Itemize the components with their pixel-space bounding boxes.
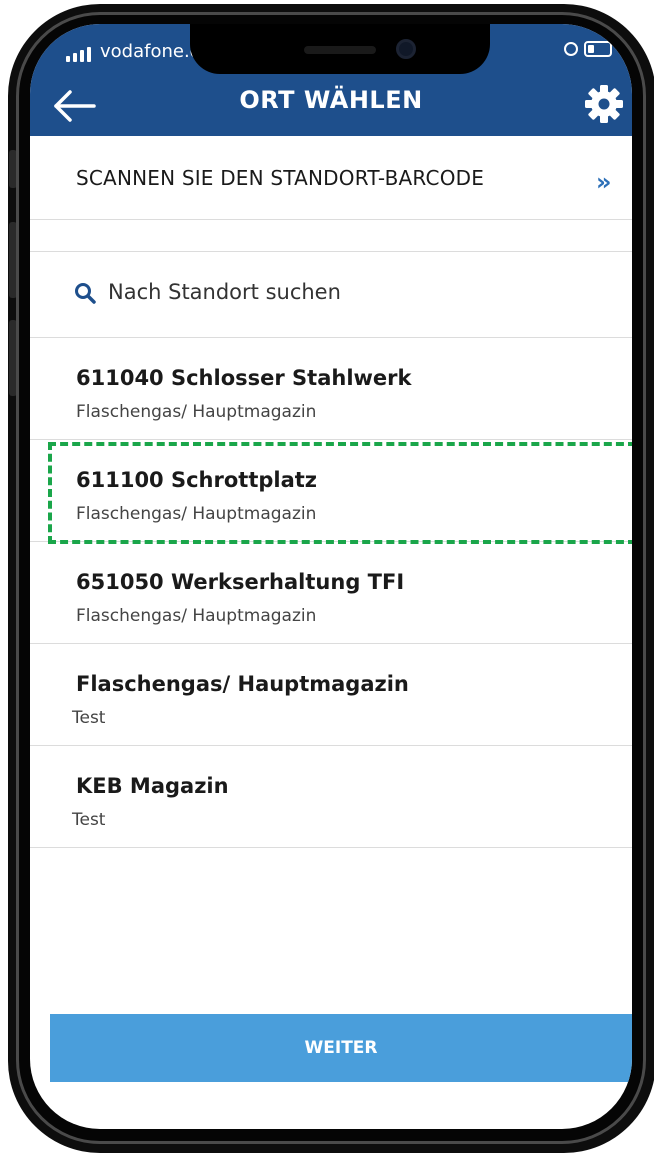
signal-bar: [87, 47, 91, 62]
location-name: Flaschengas/ Hauptmagazin: [76, 672, 409, 696]
location-list: 611040 Schlosser Stahlwerk Flaschengas/ …: [30, 338, 632, 848]
location-subtitle: Flaschengas/ Hauptmagazin: [76, 402, 317, 422]
app-screen: vodafone.de ORT WÄHLEN SCANNEN SIE DEN S…: [30, 24, 632, 1129]
page-title: ORT WÄHLEN: [239, 86, 423, 114]
front-camera: [396, 39, 416, 59]
scan-barcode-row[interactable]: SCANNEN SIE DEN STANDORT-BARCODE »: [30, 136, 632, 220]
signal-bar: [66, 56, 70, 62]
scan-barcode-label: SCANNEN SIE DEN STANDORT-BARCODE: [76, 166, 485, 190]
double-chevron-right-icon: »: [596, 168, 612, 196]
section-divider: [30, 220, 632, 252]
location-subtitle: Test: [72, 708, 106, 728]
location-name: KEB Magazin: [76, 774, 229, 798]
location-subtitle: Flaschengas/ Hauptmagazin: [76, 504, 317, 524]
status-bar-right: [564, 41, 612, 57]
speaker-grille: [304, 46, 376, 54]
search-placeholder: Nach Standort suchen: [108, 280, 341, 304]
location-item[interactable]: Flaschengas/ Hauptmagazin Test: [30, 644, 632, 746]
search-input[interactable]: Nach Standort suchen: [30, 252, 632, 338]
location-item-selected[interactable]: 611100 Schrottplatz Flaschengas/ Hauptma…: [30, 440, 632, 544]
search-icon: [75, 283, 96, 304]
app-header: vodafone.de ORT WÄHLEN: [30, 24, 632, 136]
location-item[interactable]: 651050 Werkserhaltung TFI Flaschengas/ H…: [30, 542, 632, 644]
rotation-lock-icon: [564, 42, 578, 56]
location-subtitle: Flaschengas/ Hauptmagazin: [76, 606, 317, 626]
phone-notch: [190, 24, 490, 74]
location-name: 651050 Werkserhaltung TFI: [76, 570, 405, 594]
location-name: 611040 Schlosser Stahlwerk: [76, 366, 412, 390]
location-item[interactable]: 611040 Schlosser Stahlwerk Flaschengas/ …: [30, 338, 632, 440]
location-item[interactable]: KEB Magazin Test: [30, 746, 632, 848]
battery-icon: [584, 41, 612, 57]
signal-bar: [73, 53, 77, 62]
weiter-button[interactable]: WEITER: [50, 1014, 632, 1082]
location-subtitle: Test: [72, 810, 106, 830]
settings-button[interactable]: [584, 84, 624, 124]
gear-icon: [585, 85, 623, 123]
location-name: 611100 Schrottplatz: [76, 468, 318, 492]
signal-bar: [80, 50, 84, 62]
